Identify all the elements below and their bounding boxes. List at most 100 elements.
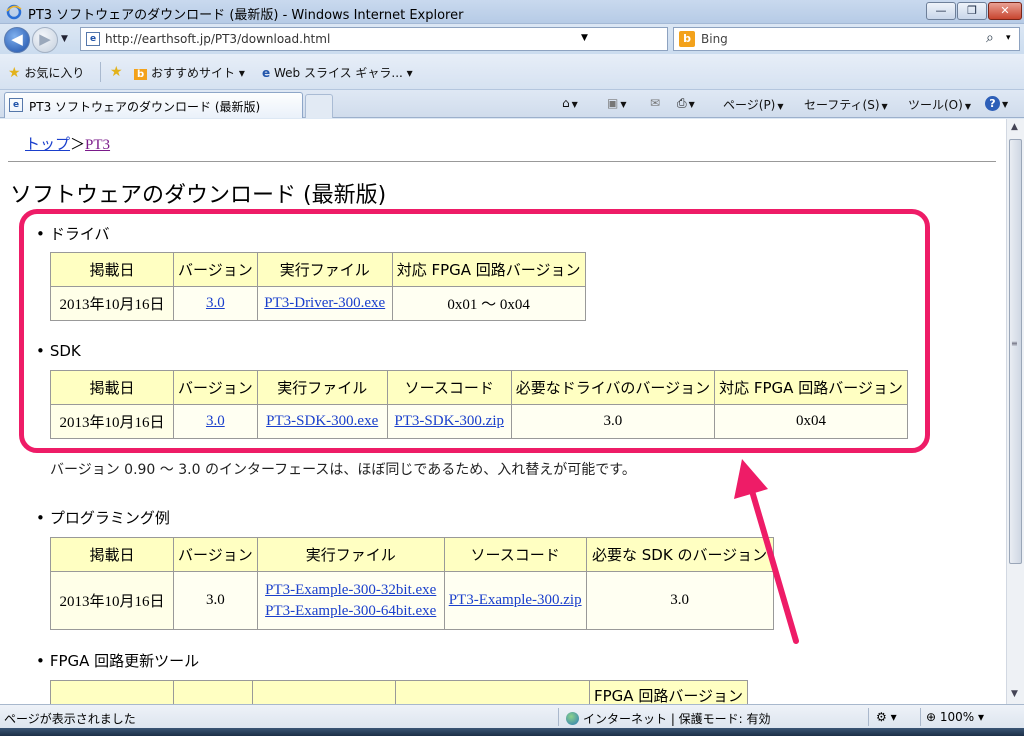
separator [868, 708, 869, 726]
page-menu-label: ページ(P) [723, 98, 776, 112]
status-bar: ページが表示されました インターネット | 保護モード: 有効 ⚙ ▾ ⊕ 10… [0, 704, 1024, 728]
back-button[interactable]: ◀ [4, 27, 30, 53]
page-icon: e [9, 98, 23, 112]
suggested-sites-label: おすすめサイト ▾ [151, 66, 245, 80]
page-icon: e [86, 32, 100, 46]
address-url[interactable]: http://earthsoft.jp/PT3/download.html [105, 32, 330, 46]
tab-label: PT3 ソフトウェアのダウンロード (最新版) [29, 100, 261, 114]
web-slice-gallery-button[interactable]: e Web スライス ギャラ... ▾ [262, 64, 413, 81]
bing-logo-icon: b [679, 31, 695, 47]
security-zone[interactable]: インターネット | 保護モード: 有効 [566, 710, 771, 727]
internet-explorer-icon [6, 4, 22, 20]
breadcrumb: トップ＞PT3 [25, 133, 110, 154]
tab-pt3-download[interactable]: e PT3 ソフトウェアのダウンロード (最新版) [4, 92, 303, 118]
print-button[interactable]: ⎙ ▼ [677, 96, 695, 111]
version-cell: 3.0 [173, 571, 258, 630]
section-fpga-tool: • FPGA 回路更新ツール [36, 652, 200, 670]
read-mail-button[interactable]: ✉ [650, 96, 660, 110]
table-header-row: FPGA 回路バージョン [50, 680, 749, 704]
separator [558, 708, 559, 726]
example-32bit-link[interactable]: PT3-Example-300-32bit.exe [265, 582, 436, 598]
help-icon: ? [985, 96, 1000, 111]
globe-icon [566, 712, 579, 725]
address-bar[interactable]: e http://earthsoft.jp/PT3/download.html … [80, 27, 742, 51]
compatibility-note: バージョン 0.90 〜 3.0 のインターフェースは、ほぼ同じであるため、入れ… [50, 462, 636, 478]
col-source [395, 680, 590, 704]
web-slice-label: Web スライス ギャラ... ▾ [273, 66, 413, 80]
col-source: ソースコード [443, 537, 587, 572]
col-date: 掲載日 [50, 537, 174, 572]
section-sample: • プログラミング例 [36, 509, 170, 527]
bing-icon: b [134, 69, 148, 80]
section-sample-label: プログラミング例 [49, 509, 170, 527]
forward-button[interactable]: ▶ [32, 27, 58, 53]
scroll-down-icon[interactable]: ▼ [1011, 689, 1018, 699]
safety-menu-label: セーフティ(S) [804, 98, 880, 112]
example-64bit-link[interactable]: PT3-Example-300-64bit.exe [265, 603, 436, 619]
favorites-bar: ★ お気に入り ★ b おすすめサイト ▾ e Web スライス ギャラ... … [0, 54, 1024, 90]
breadcrumb-top-link[interactable]: トップ [25, 137, 70, 153]
minimize-button[interactable]: — [926, 2, 956, 20]
help-button[interactable]: ? ▼ [985, 96, 1008, 111]
page-menu[interactable]: ページ(P) ▼ [723, 96, 784, 113]
window-title: PT3 ソフトウェアのダウンロード (最新版) - Windows Intern… [28, 8, 464, 23]
zoom-icon: ⊕ [926, 710, 937, 724]
add-to-favorites-bar-icon[interactable]: ★ [110, 64, 123, 80]
sample-table: 掲載日 バージョン 実行ファイル ソースコード 必要な SDK のバージョン 2… [50, 537, 774, 630]
table-header-row: 掲載日 バージョン 実行ファイル ソースコード 必要な SDK のバージョン [50, 537, 774, 572]
separator [100, 62, 101, 82]
page-title: ソフトウェアのダウンロード (最新版) [10, 183, 387, 208]
star-icon: ★ [8, 65, 21, 81]
vertical-scrollbar[interactable]: ▲ ≡ ▼ [1006, 119, 1024, 704]
tools-menu[interactable]: ツール(O) ▼ [908, 96, 971, 113]
fpga-tool-table: FPGA 回路バージョン [50, 680, 749, 704]
suggested-sites-button[interactable]: b おすすめサイト ▾ [134, 64, 245, 81]
page-content: トップ＞PT3 ソフトウェアのダウンロード (最新版) • ドライバ 掲載日 バー… [0, 119, 1006, 704]
highlight-annotation [19, 209, 930, 453]
safety-menu[interactable]: セーフティ(S) ▼ [804, 96, 888, 113]
addons-icon[interactable]: ⚙ ▾ [876, 710, 897, 724]
col-version [173, 680, 253, 704]
col-exe [252, 680, 396, 704]
table-row: 2013年10月16日 3.0 PT3-Example-300-32bit.ex… [50, 571, 774, 630]
col-exe: 実行ファイル [256, 537, 445, 572]
section-fpga-label: FPGA 回路更新ツール [49, 652, 200, 670]
feeds-button[interactable]: ▣ ▼ [607, 96, 627, 110]
scroll-thumb[interactable] [1009, 139, 1022, 564]
divider [8, 161, 996, 162]
zoom-level: 100% [939, 710, 975, 724]
new-tab-button[interactable] [305, 94, 333, 118]
scroll-up-icon[interactable]: ▲ [1011, 122, 1018, 132]
status-text: ページが表示されました [4, 712, 136, 726]
breadcrumb-separator: ＞ [70, 137, 86, 153]
date-cell: 2013年10月16日 [50, 571, 174, 630]
address-toolbar: ◀ ▶ ▼ e http://earthsoft.jp/PT3/download… [0, 24, 1024, 54]
breadcrumb-pt3-link[interactable]: PT3 [85, 137, 110, 153]
search-placeholder[interactable]: Bing [701, 32, 728, 46]
rss-feed-icon: ▣ [607, 96, 619, 110]
separator [920, 708, 921, 726]
security-zone-label: インターネット | 保護モード: 有効 [583, 712, 771, 726]
favorites-button[interactable]: ★ お気に入り [8, 64, 84, 81]
taskbar [0, 728, 1024, 736]
annotation-arrow-icon [734, 459, 799, 644]
maximize-button[interactable]: ❐ [957, 2, 987, 20]
example-zip-link[interactable]: PT3-Example-300.zip [449, 592, 582, 608]
title-bar: PT3 ソフトウェアのダウンロード (最新版) - Windows Intern… [0, 0, 1024, 24]
close-button[interactable]: ✕ [988, 2, 1022, 20]
printer-icon: ⎙ [677, 96, 687, 110]
ie-page-icon: e [262, 66, 271, 80]
zoom-control[interactable]: ⊕ 100% ▾ [926, 710, 984, 724]
search-icon[interactable]: ⌕ [986, 30, 994, 46]
recent-pages-dropdown-icon[interactable]: ▼ [61, 34, 68, 44]
col-date [50, 680, 174, 704]
home-button[interactable]: ⌂ ▼ [562, 96, 578, 110]
search-box[interactable]: b Bing ⌕ ▾ [673, 27, 1020, 51]
favorites-label: お気に入り [24, 66, 85, 80]
address-dropdown-icon[interactable]: ▼ [581, 33, 588, 43]
home-icon: ⌂ [562, 96, 570, 110]
tab-bar: e PT3 ソフトウェアのダウンロード (最新版) ⌂ ▼ ▣ ▼ ✉ ⎙ ▼ ページ… [0, 90, 1024, 118]
search-dropdown-icon[interactable]: ▾ [1006, 33, 1011, 43]
col-version: バージョン [173, 537, 258, 572]
grip-icon: ≡ [1011, 339, 1018, 348]
